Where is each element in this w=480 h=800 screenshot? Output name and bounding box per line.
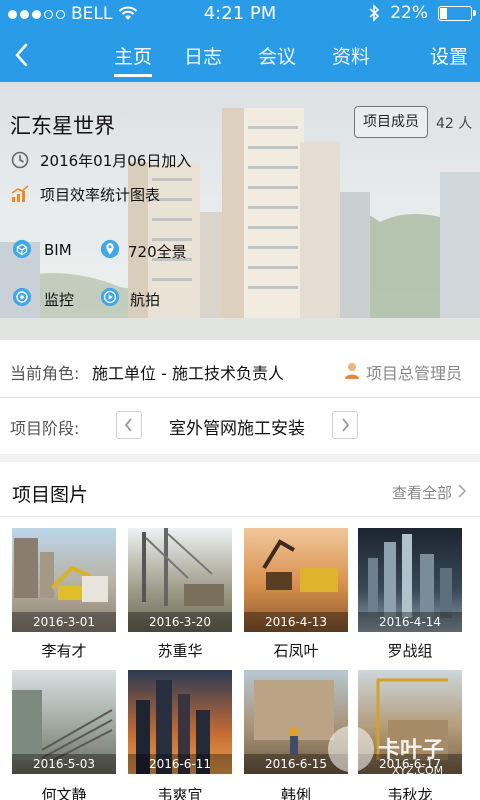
project-admin-label[interactable]: 项目总管理员	[366, 360, 462, 384]
photo-author: 韩俐	[280, 786, 311, 800]
back-arrow-icon[interactable]	[8, 38, 38, 72]
clock-icon	[11, 151, 29, 169]
photo-date: 2016-4-14	[358, 612, 462, 632]
photo-author: 罗战组	[387, 642, 433, 660]
status-right: 22%	[368, 3, 476, 23]
stage-value: 室外管网施工安装	[169, 419, 305, 439]
see-all-link[interactable]: 查看全部	[392, 482, 452, 503]
bim-link[interactable]: BIM	[44, 241, 72, 259]
photo-date: 2016-6-11	[128, 754, 232, 774]
stage-label: 项目阶段:	[10, 419, 80, 438]
watermark-text: 卡叶子	[378, 738, 445, 763]
monitoring-link[interactable]: 监控	[44, 289, 74, 310]
project-banner: 汇东星世界 项目成员 42 人 2016年01月06日加入 项目效率统计图表 B…	[0, 82, 480, 340]
members-count: 42 人	[436, 116, 473, 132]
active-tab-indicator	[114, 74, 152, 77]
photo-thumbnail[interactable]: 2016-5-03	[12, 670, 116, 774]
role-label: 当前角色:	[10, 364, 80, 383]
chevron-left-icon	[124, 418, 132, 432]
joined-date: 2016年01月06日加入	[40, 152, 192, 170]
photo-thumbnail[interactable]: 2016-3-01	[12, 528, 116, 632]
photo-author: 苏重华	[157, 642, 203, 660]
photos-title: 项目图片	[12, 484, 89, 506]
app-header: BELL 4:21 PM 22% 主页 日志 会议 资料 设置	[0, 0, 480, 82]
watermark: 卡叶子 XYZ.COM	[328, 724, 468, 786]
battery-percent: 22%	[390, 3, 428, 23]
photo-thumbnail[interactable]: 2016-4-13	[244, 528, 348, 632]
status-bar: BELL 4:21 PM 22%	[0, 0, 480, 28]
watermark-logo-icon	[328, 726, 374, 772]
aerial-photo-link[interactable]: 航拍	[130, 289, 160, 310]
project-members-button[interactable]: 项目成员	[354, 106, 428, 138]
project-stage-row: 项目阶段: 室外管网施工安装	[0, 398, 480, 454]
photo-date: 2016-5-03	[12, 754, 116, 774]
photo-thumbnail[interactable]: 2016-4-14	[358, 528, 462, 632]
current-role-row: 当前角色: 施工单位 - 施工技术负责人 项目总管理员	[0, 340, 480, 398]
user-avatar-icon	[345, 363, 359, 379]
efficiency-chart-link[interactable]: 项目效率统计图表	[40, 184, 160, 205]
chart-icon	[11, 185, 29, 202]
monitor-icon	[12, 287, 32, 307]
photo-date: 2016-3-01	[12, 612, 116, 632]
photo-date: 2016-3-20	[128, 612, 232, 632]
previous-stage-button[interactable]	[116, 411, 142, 439]
photo-author: 石凤叶	[273, 642, 319, 660]
project-name: 汇东星世界	[10, 114, 115, 138]
settings-button[interactable]: 设置	[430, 42, 468, 69]
battery-icon	[438, 5, 476, 21]
chevron-right-icon[interactable]	[456, 482, 468, 500]
location-pin-icon	[100, 239, 120, 259]
tab-meeting[interactable]: 会议	[258, 42, 296, 69]
chevron-right-icon	[342, 418, 350, 432]
photo-author: 韦秋龙	[387, 786, 433, 800]
tab-documents[interactable]: 资料	[332, 42, 370, 69]
photo-date: 2016-4-13	[244, 612, 348, 632]
divider	[0, 516, 480, 517]
next-stage-button[interactable]	[332, 411, 358, 439]
role-value: 施工单位 - 施工技术负责人	[92, 364, 284, 383]
bluetooth-icon	[369, 4, 380, 22]
nav-bar: 主页 日志 会议 资料 设置	[0, 28, 480, 82]
photo-author: 李有才	[41, 642, 87, 660]
bim-icon	[12, 239, 32, 259]
tab-home[interactable]: 主页	[114, 42, 152, 69]
photo-author: 韦爽宜	[157, 786, 203, 800]
photo-author: 何文静	[41, 786, 87, 800]
watermark-subtext: XYZ.COM	[392, 764, 444, 777]
panorama-720-link[interactable]: 720全景	[128, 241, 187, 262]
photo-thumbnail[interactable]: 2016-6-11	[128, 670, 232, 774]
tab-log[interactable]: 日志	[184, 42, 222, 69]
photo-thumbnail[interactable]: 2016-3-20	[128, 528, 232, 632]
play-icon	[100, 287, 120, 307]
